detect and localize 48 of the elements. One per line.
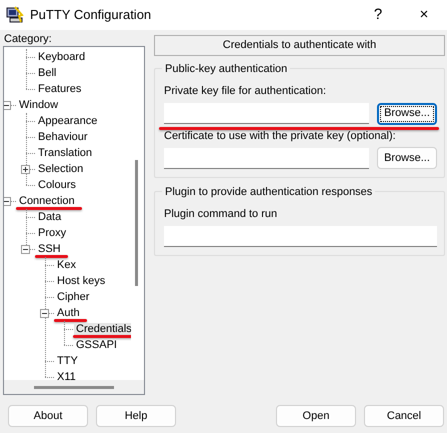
- tree-item[interactable]: Proxy: [36, 227, 68, 239]
- tree-item[interactable]: Bell: [36, 67, 58, 79]
- collapse-icon[interactable]: [4, 101, 11, 110]
- expand-icon[interactable]: [21, 165, 30, 174]
- tree-item[interactable]: TTY: [55, 355, 80, 367]
- group-title: Plugin to provide authentication responses: [162, 184, 376, 200]
- scrollbar-thumb[interactable]: [34, 386, 114, 389]
- tree-item[interactable]: Connection: [17, 195, 77, 207]
- tree-item[interactable]: Behaviour: [36, 131, 90, 143]
- dialog-button[interactable]: Cancel: [364, 405, 444, 427]
- tree-item[interactable]: Keyboard: [36, 51, 88, 63]
- field-label: Private key file for authentication:: [164, 84, 328, 99]
- app-icon: [6, 6, 24, 24]
- tree-item[interactable]: X11: [55, 371, 78, 383]
- collapse-icon[interactable]: [21, 245, 30, 254]
- field-label: Plugin command to run: [164, 207, 278, 222]
- tree-item[interactable]: Selection: [36, 163, 86, 175]
- collapse-icon[interactable]: [4, 197, 11, 206]
- browse-button[interactable]: Browse...: [377, 102, 437, 124]
- panel-header: Credentials to authenticate with: [154, 35, 445, 56]
- dialog-button[interactable]: Help: [96, 405, 176, 427]
- tree-item[interactable]: Features: [36, 83, 84, 95]
- tree-item[interactable]: Appearance: [36, 115, 100, 127]
- tree-item[interactable]: Host keys: [55, 275, 108, 287]
- input-field[interactable]: [164, 148, 369, 168]
- scrollbar-thumb[interactable]: [135, 160, 138, 286]
- group-title: Public-key authentication: [162, 61, 290, 78]
- browse-button[interactable]: Browse...: [377, 147, 437, 169]
- tree-item[interactable]: GSSAPI: [74, 339, 119, 351]
- close-button[interactable]: ×: [401, 4, 447, 26]
- category-label: Category:: [4, 33, 52, 45]
- tree-item[interactable]: Colours: [36, 179, 78, 191]
- tree-item[interactable]: Translation: [36, 147, 94, 159]
- collapse-icon[interactable]: [40, 309, 49, 318]
- dialog-button[interactable]: Open: [276, 405, 356, 427]
- tree-item[interactable]: SSH: [36, 243, 63, 255]
- help-button[interactable]: ?: [355, 4, 401, 26]
- tree-item[interactable]: Kex: [55, 259, 78, 271]
- field-label: Certificate to use with the private key (optional):: [164, 128, 397, 144]
- tree-item[interactable]: Cipher: [55, 291, 92, 303]
- tree-item[interactable]: Data: [36, 211, 64, 223]
- input-field[interactable]: [164, 103, 369, 124]
- tree-item[interactable]: Auth: [55, 307, 82, 319]
- tree-item[interactable]: Credentials: [74, 323, 134, 335]
- dialog-button[interactable]: About: [8, 405, 88, 427]
- input-field[interactable]: [164, 226, 437, 246]
- tree-item[interactable]: Window: [17, 99, 60, 111]
- window-title: PuTTY Configuration: [30, 6, 152, 24]
